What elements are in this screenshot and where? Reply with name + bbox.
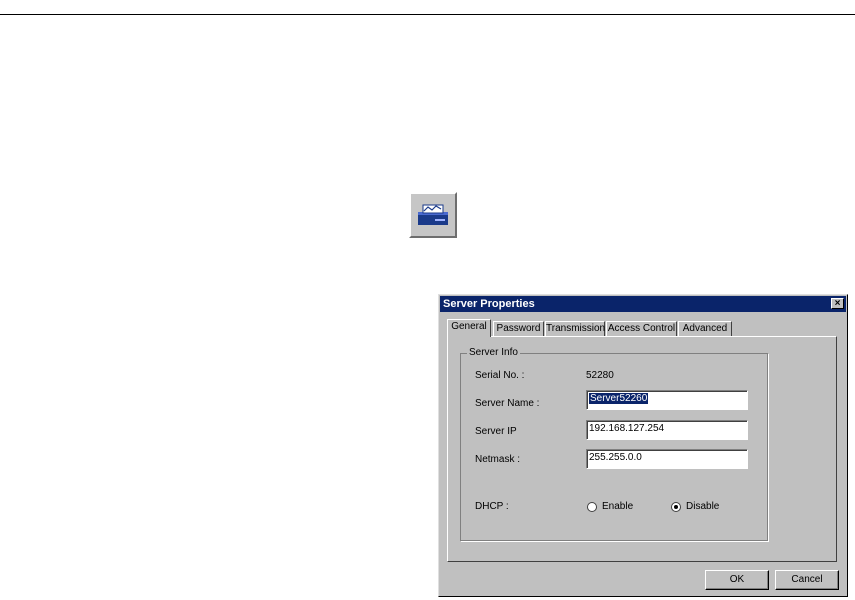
tab-advanced[interactable]: Advanced	[678, 321, 732, 336]
dialog-titlebar: Server Properties ×	[440, 296, 846, 312]
tab-password[interactable]: Password	[493, 321, 544, 336]
server-properties-toolbar-button[interactable]	[409, 192, 457, 238]
server-name-value: Server52260	[589, 393, 649, 404]
tab-label: Transmission	[546, 323, 606, 334]
tab-label: Advanced	[682, 323, 728, 334]
ok-button[interactable]: OK	[705, 570, 769, 590]
dhcp-enable-radio[interactable]	[587, 502, 597, 512]
dhcp-enable-label[interactable]: Enable	[602, 501, 633, 513]
server-name-label: Server Name :	[475, 398, 540, 409]
server-info-group: Server Info Serial No. : 52280 Server Na…	[460, 347, 768, 541]
tab-label: Password	[496, 323, 541, 334]
netmask-label: Netmask :	[475, 454, 521, 465]
tab-label: Access Control	[607, 323, 676, 334]
tab-general[interactable]: General	[447, 319, 491, 337]
close-button[interactable]: ×	[831, 298, 844, 309]
server-ip-input[interactable]: 192.168.127.254	[586, 420, 748, 440]
server-properties-dialog: Server Properties × General Password Tra…	[438, 294, 848, 597]
general-tab-panel: Server Info Serial No. : 52280 Server Na…	[447, 336, 837, 562]
dhcp-disable-radio[interactable]	[671, 502, 681, 512]
radio-selected-dot	[674, 505, 678, 509]
netmask-value: 255.255.0.0	[589, 452, 642, 463]
cancel-button-label: Cancel	[791, 574, 823, 585]
serial-number-value: 52280	[586, 370, 614, 381]
group-title: Server Info	[467, 347, 520, 359]
dhcp-label: DHCP :	[475, 501, 509, 512]
dhcp-disable-label[interactable]: Disable	[686, 501, 719, 513]
close-icon: ×	[834, 298, 841, 309]
ok-button-label: OK	[729, 574, 745, 585]
dialog-title: Server Properties	[443, 298, 535, 310]
server-ip-value: 192.168.127.254	[589, 423, 665, 434]
server-name-input[interactable]: Server52260	[586, 390, 748, 410]
server-ip-label: Server IP	[475, 426, 517, 437]
page-header-rule	[0, 14, 855, 15]
netmask-input[interactable]: 255.255.0.0	[586, 449, 748, 469]
tab-access-control[interactable]: Access Control	[606, 321, 677, 336]
tab-transmission[interactable]: Transmission	[545, 321, 605, 336]
tab-label: General	[451, 321, 487, 332]
cancel-button[interactable]: Cancel	[775, 570, 839, 590]
serial-number-label: Serial No. :	[475, 370, 525, 381]
